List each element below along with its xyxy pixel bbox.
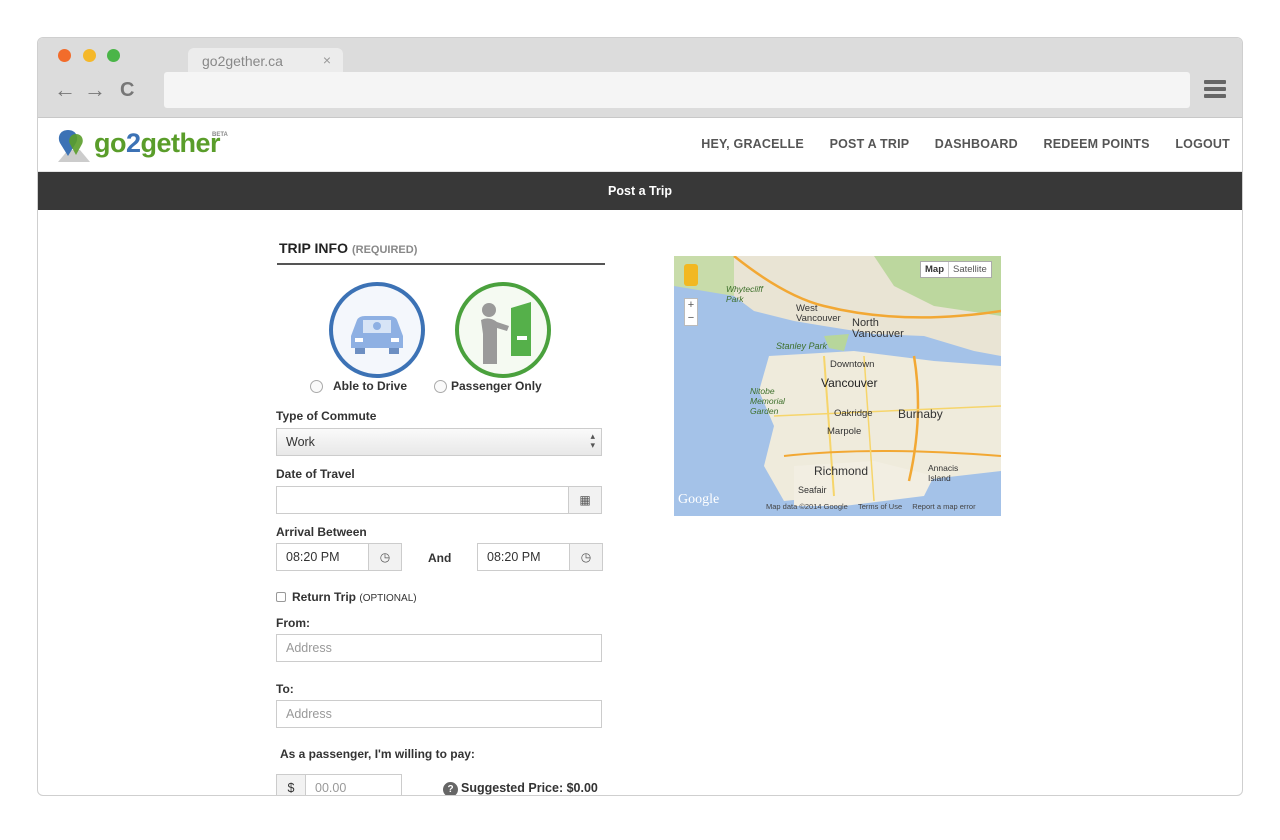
passenger-radio[interactable] [434, 380, 447, 394]
from-address-input[interactable]: Address [276, 634, 602, 662]
zoom-control: + − [684, 298, 698, 326]
back-arrow-icon[interactable]: ← [54, 78, 76, 102]
reload-icon[interactable]: C [120, 78, 134, 102]
main-nav: HEY, GRACELLE POST A TRIP DASHBOARD REDE… [679, 137, 1230, 151]
driver-label: Able to Drive [333, 379, 408, 393]
map-label-downtown: Downtown [830, 359, 875, 370]
map-label-west-vancouver: West Vancouver [796, 303, 841, 324]
arrival-label: Arrival Between [276, 525, 367, 539]
main-content: TRIP INFO (REQUIRED) Able to Drive Passe… [38, 210, 1242, 795]
return-trip-checkbox[interactable] [276, 592, 286, 602]
passenger-role-icon[interactable] [455, 282, 551, 378]
browser-tab[interactable]: go2gether.ca × [188, 48, 343, 74]
section-note: (REQUIRED) [351, 244, 418, 256]
forward-arrow-icon[interactable]: → [84, 78, 106, 102]
help-icon[interactable]: ? [443, 782, 458, 795]
currency-addon: $ [276, 774, 306, 795]
address-bar[interactable] [164, 72, 1190, 108]
close-window-dot[interactable] [58, 49, 71, 62]
map-data-text: Map data ©2014 Google [766, 502, 848, 511]
page-title-bar: Post a Trip [38, 172, 1242, 210]
maximize-window-dot[interactable] [107, 49, 120, 62]
map-label-marpole: Marpole [827, 426, 862, 437]
suggested-price-text: Suggested Price: $0.00 [461, 781, 598, 795]
map-label-seafair: Seafair [798, 485, 827, 495]
to-label: To: [276, 682, 294, 696]
arrival-from-input[interactable]: 08:20 PM ◷ [276, 543, 402, 571]
commute-select[interactable]: Work ▴ ▾ [276, 428, 602, 456]
nav-redeem-points[interactable]: REDEEM POINTS [1044, 137, 1150, 151]
beta-badge: BETA [212, 132, 228, 138]
brand-part-2: 2 [126, 128, 141, 158]
minimize-window-dot[interactable] [83, 49, 96, 62]
clock-icon[interactable]: ◷ [368, 543, 402, 571]
zoom-out-button[interactable]: − [685, 312, 697, 325]
map-type-map[interactable]: Map [921, 262, 949, 277]
nav-logout[interactable]: LOGOUT [1175, 137, 1230, 151]
map-label-annacis-island: Annacis Island [928, 463, 959, 483]
brand-wordmark[interactable]: go2gether [94, 128, 221, 159]
driver-option[interactable]: Able to Drive [310, 379, 408, 394]
google-logo: Google [678, 492, 720, 507]
map-label-burnaby: Burnaby [898, 407, 943, 421]
driver-role-icon[interactable] [329, 282, 425, 378]
nav-greeting[interactable]: HEY, GRACELLE [701, 137, 804, 151]
section-title-text: TRIP INFO [279, 240, 348, 256]
arrival-from-value: 08:20 PM [286, 550, 340, 564]
map-terms-link[interactable]: Terms of Use [858, 502, 902, 511]
map-label-richmond: Richmond [814, 464, 869, 478]
suggested-price: ? Suggested Price: $0.00 [443, 781, 598, 795]
brand-part-gether: gether [140, 128, 221, 158]
browser-window: go2gether.ca × ← → C go2gether BETA HEY,… [37, 37, 1243, 796]
and-label: And [428, 551, 452, 565]
map-report-link[interactable]: Report a map error [912, 502, 975, 511]
clock-icon[interactable]: ◷ [569, 543, 603, 571]
map-type-control: Map Satellite [920, 261, 992, 278]
nav-dashboard[interactable]: DASHBOARD [935, 137, 1018, 151]
route-map[interactable]: Map Satellite + − Vancouver North Vancouve… [674, 256, 1001, 516]
browser-chrome: go2gether.ca × ← → C [38, 38, 1242, 118]
tab-close-icon[interactable]: × [323, 52, 331, 68]
map-type-satellite[interactable]: Satellite [949, 262, 991, 277]
return-trip-label: Return Trip [292, 590, 357, 604]
nav-post-trip[interactable]: POST A TRIP [830, 137, 910, 151]
commute-label: Type of Commute [276, 409, 377, 423]
tab-title: go2gether.ca [202, 53, 283, 69]
map-label-north-vancouver: North Vancouver [852, 317, 904, 340]
section-divider [277, 263, 605, 265]
map-label-whytecliff-park: Whytecliff Park [726, 284, 763, 304]
arrival-to-value: 08:20 PM [487, 550, 541, 564]
map-label-vancouver: Vancouver [821, 376, 878, 390]
date-input[interactable]: ▦ [276, 486, 602, 514]
passenger-label: Passenger Only [451, 379, 542, 393]
zoom-in-button[interactable]: + [685, 299, 697, 312]
to-address-input[interactable]: Address [276, 700, 602, 728]
return-trip-option[interactable]: Return Trip (OPTIONAL) [276, 590, 417, 604]
brand-part-go: go [94, 128, 127, 158]
date-label: Date of Travel [276, 467, 355, 481]
passenger-option[interactable]: Passenger Only [434, 379, 542, 394]
calendar-icon[interactable]: ▦ [568, 486, 602, 514]
map-label-stanley-park: Stanley Park [776, 341, 828, 351]
return-trip-note: (OPTIONAL) [359, 593, 417, 604]
map-label-nitobe-garden: Nitobe Memorial Garden [750, 386, 785, 416]
pegman-icon[interactable] [684, 264, 698, 286]
map-label-oakridge: Oakridge [834, 408, 873, 419]
from-label: From: [276, 616, 310, 630]
pay-label: As a passenger, I'm willing to pay: [280, 747, 475, 761]
browser-menu-icon[interactable] [1204, 80, 1226, 98]
section-title: TRIP INFO (REQUIRED) [279, 240, 417, 256]
commute-value: Work [286, 435, 315, 449]
site-header: go2gether BETA HEY, GRACELLE POST A TRIP… [38, 118, 1242, 172]
logo-pin-icon [58, 130, 90, 162]
arrival-to-input[interactable]: 08:20 PM ◷ [477, 543, 603, 571]
select-arrows-icon: ▴ ▾ [590, 431, 595, 450]
driver-radio[interactable] [310, 380, 323, 394]
map-attribution: Map data ©2014 Google Terms of Use Repor… [766, 502, 976, 511]
